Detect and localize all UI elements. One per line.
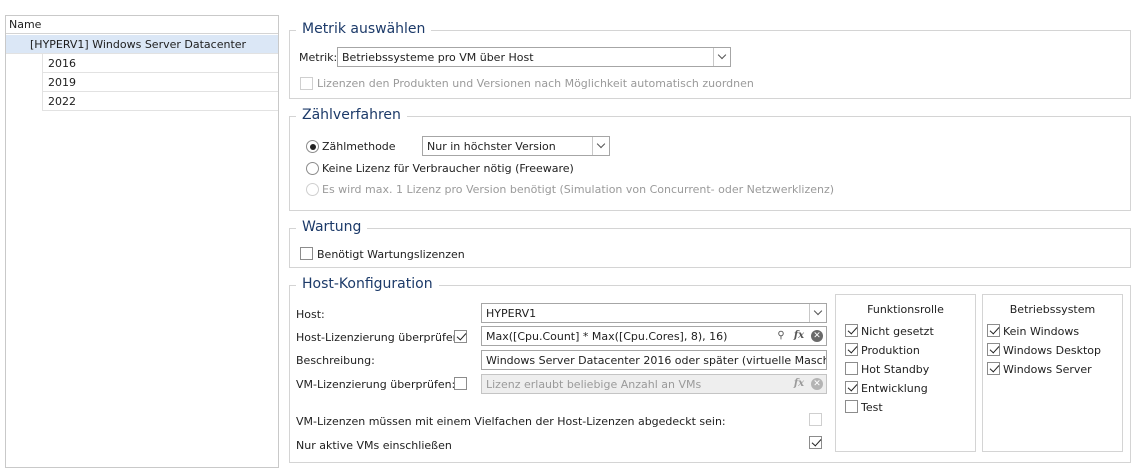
os-item-checkbox[interactable] [987, 324, 1000, 337]
auto-assign-label: Lizenzen den Produkten und Versionen nac… [317, 77, 754, 90]
simulation-label: Es wird max. 1 Lizenz pro Version benöti… [322, 183, 835, 196]
role-item-checkbox[interactable] [845, 343, 858, 356]
vm-formula-field[interactable]: Lizenz erlaubt beliebige Anzahl an VMs f… [481, 374, 827, 394]
host-group-title: Host-Konfiguration [296, 276, 439, 293]
counting-method-value: Nur in höchster Version [427, 140, 556, 153]
role-panel-title: Funktionsrolle [867, 303, 944, 316]
host-label: Host: [296, 308, 325, 321]
counting-method-radio[interactable] [306, 140, 319, 153]
clear-icon[interactable]: ✕ [811, 378, 823, 390]
freeware-radio[interactable] [306, 162, 319, 175]
metric-combobox[interactable]: Betriebssysteme pro VM über Host [337, 47, 731, 67]
clear-icon[interactable]: ✕ [811, 330, 823, 342]
host-combobox[interactable]: HYPERV1 [481, 303, 827, 323]
host-licensing-label: Host-Lizenzierung überprüfen: [296, 331, 464, 344]
host-formula-value: Max([Cpu.Count] * Max([Cpu.Cores], 8), 1… [486, 330, 728, 343]
vm-licensing-checkbox[interactable] [454, 377, 467, 390]
chevron-down-icon [717, 50, 727, 60]
description-field[interactable]: Windows Server Datacenter 2016 oder spät… [481, 350, 827, 370]
role-item-label: Produktion [861, 344, 920, 357]
vm-multiple-label: VM-Lizenzen müssen mit einem Vielfachen … [296, 415, 726, 428]
auto-assign-checkbox[interactable] [300, 77, 313, 90]
maintenance-checkbox[interactable] [300, 247, 313, 260]
active-vms-label: Nur aktive VMs einschließen [296, 439, 452, 452]
os-item-label: Windows Server [1003, 363, 1092, 376]
maintenance-label: Benötigt Wartungslizenzen [317, 248, 465, 261]
metric-dropdown-button[interactable] [713, 48, 730, 66]
metric-group-title: Metrik auswählen [296, 21, 432, 38]
chevron-down-icon [813, 306, 823, 316]
description-value: Windows Server Datacenter 2016 oder spät… [486, 354, 826, 367]
freeware-label: Keine Lizenz für Verbraucher nötig (Free… [322, 162, 574, 175]
counting-method-combobox[interactable]: Nur in höchster Version [422, 136, 610, 156]
host-licensing-checkbox[interactable] [454, 330, 467, 343]
vm-formula-placeholder: Lizenz erlaubt beliebige Anzahl an VMs [486, 378, 702, 391]
maintenance-group-title: Wartung [296, 219, 368, 236]
counting-method-label: Zählmethode [322, 140, 396, 153]
role-item-label: Test [861, 401, 883, 414]
role-item-checkbox[interactable] [845, 362, 858, 375]
description-label: Beschreibung: [296, 354, 375, 367]
role-item-label: Nicht gesetzt [861, 325, 934, 338]
tree-column-header[interactable]: Name [6, 16, 278, 34]
counting-group-title: Zählverfahren [296, 107, 407, 124]
vm-licensing-label: VM-Lizenzierung überprüfen: [296, 378, 456, 391]
metric-value: Betriebssysteme pro VM über Host [342, 51, 534, 64]
formula-fx-icon[interactable]: fx [791, 376, 807, 392]
active-vms-checkbox[interactable] [809, 436, 822, 449]
chevron-down-icon [596, 139, 606, 149]
tree-item-root[interactable]: [HYPERV1] Windows Server Datacenter [6, 35, 278, 54]
role-item-label: Entwicklung [861, 382, 928, 395]
role-item-checkbox[interactable] [845, 400, 858, 413]
os-panel-title: Betriebssystem [1009, 303, 1096, 316]
search-icon[interactable]: ⚲ [773, 328, 789, 344]
role-item-checkbox[interactable] [845, 324, 858, 337]
vm-multiple-checkbox[interactable] [809, 413, 822, 426]
os-item-checkbox[interactable] [987, 362, 1000, 375]
os-item-label: Kein Windows [1003, 325, 1080, 338]
tree-item-2016[interactable]: 2016 [42, 54, 278, 73]
product-tree: Name ◢ [HYPERV1] Windows Server Datacent… [5, 15, 279, 468]
tree-item-2022[interactable]: 2022 [42, 92, 278, 111]
os-item-checkbox[interactable] [987, 343, 1000, 356]
os-item-label: Windows Desktop [1003, 344, 1101, 357]
simulation-radio[interactable] [306, 183, 319, 196]
role-item-checkbox[interactable] [845, 381, 858, 394]
role-item-label: Hot Standby [861, 363, 930, 376]
tree-item-2019[interactable]: 2019 [42, 73, 278, 92]
host-value: HYPERV1 [486, 307, 537, 320]
metric-label: Metrik: [299, 51, 338, 64]
formula-fx-icon[interactable]: fx [791, 328, 807, 344]
host-formula-field[interactable]: Max([Cpu.Count] * Max([Cpu.Cores], 8), 1… [481, 326, 827, 346]
host-dropdown-button[interactable] [809, 304, 826, 322]
counting-method-dropdown-button[interactable] [592, 137, 609, 155]
